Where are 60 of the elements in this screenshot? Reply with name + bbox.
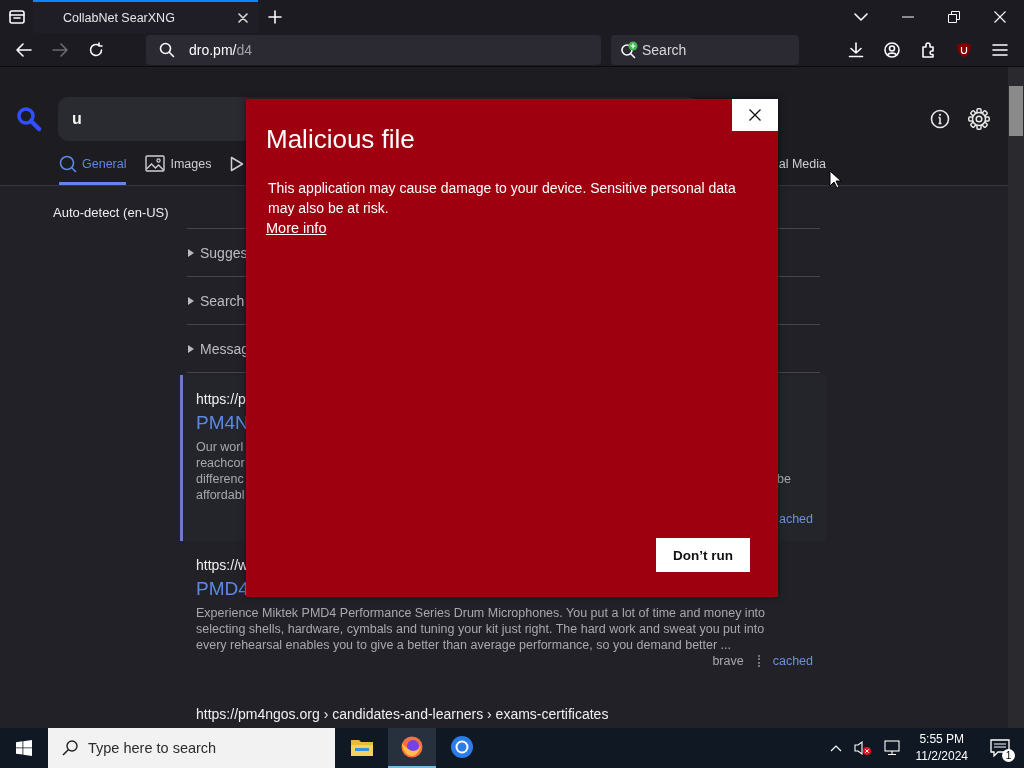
taskbar-search-field[interactable]: Type here to search — [48, 728, 335, 768]
snippet-text: affordabl — [196, 487, 245, 503]
search-logo-icon[interactable] — [16, 106, 42, 132]
restore-icon[interactable] — [948, 10, 960, 23]
fox-globe-icon — [400, 735, 424, 759]
snippet-text: Our worl — [196, 439, 244, 455]
category-tab[interactable]: al Media — [778, 145, 826, 185]
image-icon — [145, 155, 166, 172]
search-icon — [159, 41, 175, 58]
taskbar-app[interactable] — [388, 728, 436, 768]
result-url[interactable]: https://pm4ngos.org › candidates-and-learners › exams-certificates — [196, 706, 813, 722]
chevron-up-icon[interactable] — [829, 744, 842, 752]
clock[interactable]: 5:55 PM 11/2/2024 — [915, 731, 968, 765]
snippet-text: be — [777, 471, 791, 487]
address-field[interactable]: dro.pm/d4 — [146, 34, 601, 65]
windows-start-icon[interactable] — [16, 740, 32, 756]
cached-link[interactable]: ached — [778, 512, 813, 526]
category-tab[interactable]: Images — [145, 145, 212, 185]
category-tab[interactable]: General — [59, 145, 127, 185]
menu-icon[interactable] — [992, 42, 1008, 57]
dialog-message: This application may cause damage to your device. Sensitive personal data may also be at risk. — [268, 179, 737, 218]
info-icon[interactable] — [930, 109, 950, 129]
scrollbar-thumb[interactable] — [1009, 86, 1023, 136]
settings-icon[interactable] — [968, 108, 990, 130]
search-icon — [59, 154, 77, 173]
minimize-icon[interactable] — [902, 15, 914, 18]
close-button[interactable] — [732, 99, 778, 131]
dialog-title: Malicious file — [266, 124, 415, 155]
snippet-text: differenc — [196, 471, 244, 487]
browser-circle-icon — [450, 735, 474, 759]
result-snippet: Experience Miktek PMD4 Performance Series Drum Microphones. You put a lot of time and money into selecting shells, hardware, cymbals and tuning your kit just right. The hard work and sweat you put into every rehearsal enables you to give a better than average performance, so you demand better ... — [196, 605, 767, 653]
muted-speaker-icon[interactable] — [853, 740, 872, 756]
more-info-link[interactable]: More info — [266, 220, 327, 236]
folder-icon — [350, 737, 374, 757]
chevron-down-icon[interactable] — [854, 12, 868, 21]
search-field[interactable]: Search — [611, 34, 799, 65]
play-icon — [230, 155, 245, 172]
snippet-text: reachcor — [196, 455, 245, 471]
language-selector[interactable]: Auto-detect (en-US) — [53, 205, 180, 220]
search-icon — [62, 740, 78, 756]
notifications-button[interactable]: 1 — [980, 728, 1020, 768]
mouse-pointer-icon — [829, 170, 841, 189]
tab-list-icon — [8, 9, 25, 24]
browser-tab[interactable]: CollabNet SearXNG — [33, 0, 258, 33]
reload-icon[interactable] — [88, 41, 104, 58]
scrollbar[interactable] — [1008, 67, 1024, 728]
new-tab-icon[interactable] — [268, 9, 282, 24]
engine-label: brave — [712, 654, 744, 668]
back-arrow-icon[interactable] — [16, 42, 32, 57]
dont-run-button[interactable]: Don’t run — [656, 538, 750, 572]
account-icon[interactable] — [884, 41, 900, 58]
notification-count-badge: 1 — [1002, 749, 1015, 762]
cached-link[interactable]: cached — [772, 654, 813, 668]
download-icon[interactable] — [848, 41, 864, 58]
network-icon[interactable] — [883, 740, 902, 756]
close-icon — [749, 109, 761, 121]
shield-icon[interactable] — [956, 41, 972, 58]
extensions-icon[interactable] — [920, 41, 936, 58]
message-icon — [990, 739, 1010, 757]
close-icon[interactable] — [238, 12, 248, 23]
